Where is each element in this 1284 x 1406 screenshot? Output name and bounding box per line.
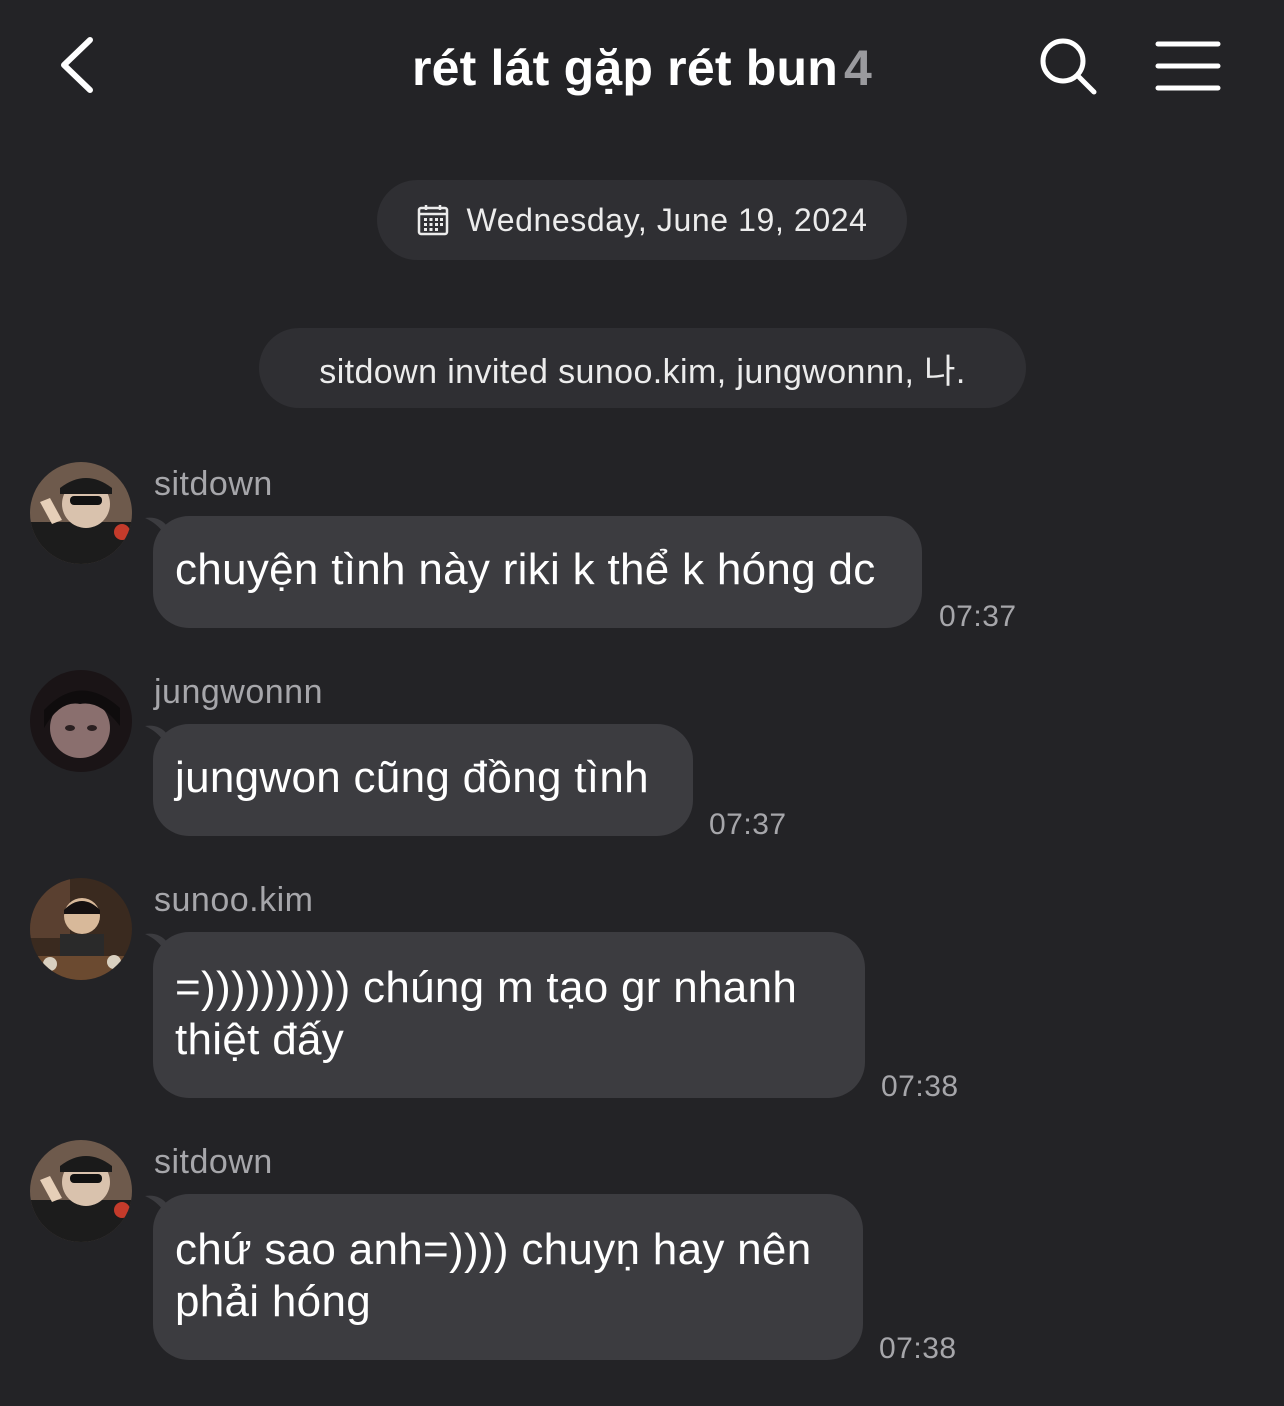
avatar[interactable] — [30, 878, 132, 980]
calendar-icon — [418, 205, 449, 236]
message-time: 07:37 — [939, 600, 1017, 633]
avatar-photo — [30, 1140, 132, 1242]
search-icon — [1040, 38, 1097, 95]
avatar[interactable] — [30, 1140, 132, 1242]
message-text: chuyện tình này riki k thể k hóng dc — [175, 545, 876, 594]
message-bubble[interactable]: chứ sao anh=)))) chuyṇ hay nên phải hóng — [153, 1194, 863, 1360]
message-bubble[interactable]: =)))))))))) chúng m tạo gr nhanh thiệt đ… — [153, 932, 865, 1098]
hamburger-menu-icon — [1155, 41, 1221, 91]
system-message: sitdown invited sunoo.kim, jungwonnn, 나. — [259, 328, 1026, 408]
avatar[interactable] — [30, 670, 132, 772]
avatar-photo — [30, 462, 132, 564]
chat-header: rét lát gặp rét bun 4 — [0, 0, 1284, 140]
date-label: Wednesday, June 19, 2024 — [466, 201, 868, 238]
search-button[interactable] — [1036, 34, 1100, 98]
member-count: 4 — [844, 40, 873, 96]
sender-name: jungwonnn — [154, 673, 323, 711]
message-text: jungwon cũng đồng tình — [175, 753, 649, 802]
avatar[interactable] — [30, 462, 132, 564]
date-divider: Wednesday, June 19, 2024 — [377, 180, 907, 260]
message-bubble[interactable]: jungwon cũng đồng tình — [153, 724, 693, 836]
sender-name: sitdown — [154, 465, 273, 503]
message-text-line: =)))))))))) chúng m tạo gr nhanh — [175, 963, 798, 1012]
message-time: 07:37 — [709, 808, 787, 841]
message-text-line: chứ sao anh=)))) chuyṇ hay nên — [175, 1225, 812, 1274]
chat-title-text: rét lát gặp rét bun — [411, 40, 839, 96]
avatar-photo — [30, 670, 132, 772]
message-text-line: phải hóng — [175, 1277, 371, 1326]
message-time: 07:38 — [881, 1070, 959, 1103]
message-text-line: thiệt đấy — [175, 1015, 345, 1064]
system-message-text: sitdown invited sunoo.kim, jungwonnn, 나. — [319, 352, 966, 391]
chat-screen: rét lát gặp rét bun 4 Wednesday, June 19… — [0, 0, 1284, 1406]
message-time: 07:38 — [879, 1332, 957, 1365]
message-bubble[interactable]: chuyện tình này riki k thể k hóng dc — [153, 516, 922, 628]
avatar-photo — [30, 878, 132, 980]
sender-name: sunoo.kim — [154, 881, 314, 919]
menu-button[interactable] — [1152, 36, 1224, 96]
sender-name: sitdown — [154, 1143, 273, 1181]
